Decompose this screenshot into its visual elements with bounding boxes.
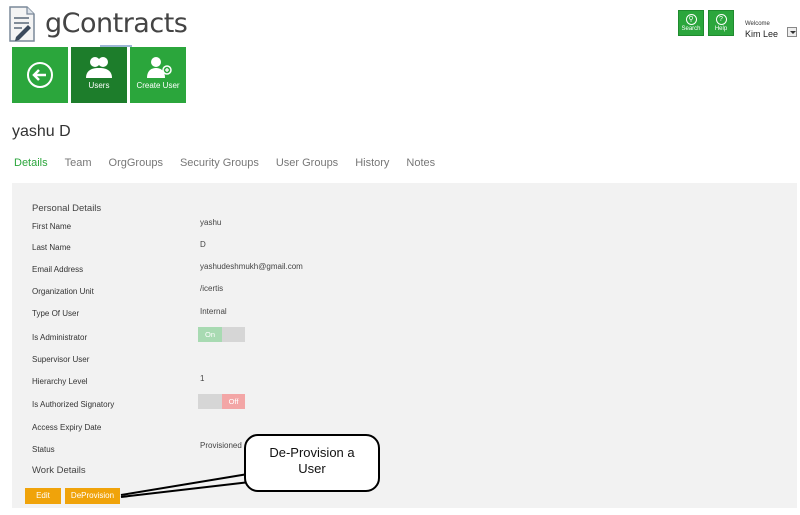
callout-line-2: User [298,461,326,476]
callout-pointer [120,473,251,498]
deprovision-callout: De-Provision a User [244,434,380,492]
callout-line-1: De-Provision a [269,445,355,460]
